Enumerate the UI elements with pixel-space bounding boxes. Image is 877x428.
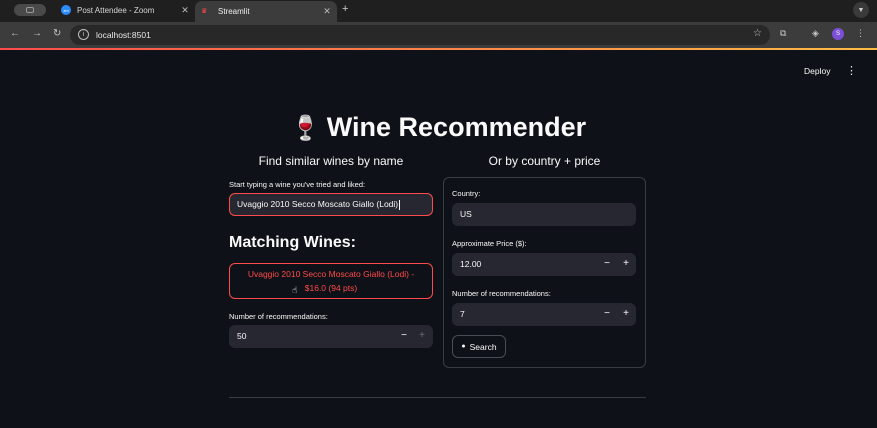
streamlit-decoration-bar bbox=[0, 48, 877, 50]
browser-menu-icon[interactable]: ⋮ bbox=[856, 28, 865, 39]
tab-search-icon[interactable]: ▼ bbox=[853, 2, 869, 18]
reload-icon[interactable]: ↻ bbox=[53, 28, 61, 39]
price-input[interactable]: 12.00 − + bbox=[452, 253, 636, 276]
matching-wines-header: Matching Wines: bbox=[229, 234, 356, 251]
price-label: Approximate Price ($): bbox=[452, 239, 527, 248]
tab-label: Post Attendee - Zoom bbox=[77, 5, 155, 15]
left-num-recs-input[interactable]: 50 − + bbox=[229, 325, 433, 348]
close-icon[interactable]: ✕ bbox=[179, 5, 191, 16]
tab-label: Streamlit bbox=[218, 7, 250, 16]
extensions-icon[interactable]: ⧉ bbox=[780, 28, 786, 39]
increment-button[interactable]: + bbox=[414, 328, 430, 344]
close-icon[interactable]: ✕ bbox=[321, 6, 333, 17]
tab-group-icon[interactable] bbox=[14, 4, 46, 16]
decrement-button[interactable]: − bbox=[599, 306, 615, 322]
right-num-recs-input[interactable]: 7 − + bbox=[452, 303, 636, 326]
price-value: 12.00 bbox=[460, 259, 482, 269]
forward-icon[interactable]: → bbox=[32, 28, 42, 39]
tab-streamlit[interactable]: ♛ Streamlit ✕ bbox=[195, 1, 337, 22]
bookmark-star-icon[interactable]: ☆ bbox=[753, 28, 762, 39]
search-button[interactable]: ● Search bbox=[452, 335, 506, 358]
zoom-icon: zm bbox=[61, 5, 71, 15]
left-num-recs-label: Number of recommendations: bbox=[229, 312, 328, 321]
deploy-button[interactable]: Deploy bbox=[804, 66, 830, 76]
divider bbox=[229, 397, 646, 398]
search-button-label: Search bbox=[469, 341, 497, 352]
site-info-icon[interactable]: i bbox=[78, 29, 89, 40]
profile-avatar[interactable]: S bbox=[832, 28, 844, 40]
url-text: localhost:8501 bbox=[96, 30, 151, 40]
wine-input-label: Start typing a wine you've tried and lik… bbox=[229, 180, 366, 189]
streamlit-icon: ♛ bbox=[201, 7, 208, 15]
increment-button[interactable]: + bbox=[618, 306, 634, 322]
new-tab-button[interactable]: + bbox=[342, 3, 348, 15]
search-icon: ● bbox=[461, 343, 466, 350]
back-icon[interactable]: ← bbox=[10, 28, 20, 39]
country-value: US bbox=[460, 209, 472, 219]
left-column-heading: Find similar wines by name bbox=[258, 154, 404, 168]
browser-tab-bar: zm Post Attendee - Zoom ✕ ♛ Streamlit ✕ … bbox=[0, 0, 877, 22]
country-select[interactable]: US bbox=[452, 203, 636, 226]
wine-glass-icon: 🍷 bbox=[290, 115, 321, 142]
country-label: Country: bbox=[452, 189, 481, 198]
left-num-recs-value: 50 bbox=[237, 331, 247, 341]
right-column-heading: Or by country + price bbox=[488, 154, 601, 168]
matching-wine-price: $16.0 (94 pts) bbox=[304, 283, 358, 293]
wine-name-input[interactable]: Uvaggio 2010 Secco Moscato Giallo (Lodi) bbox=[229, 193, 433, 216]
address-bar[interactable]: i localhost:8501 ☆ bbox=[70, 25, 770, 45]
decrement-button[interactable]: − bbox=[396, 328, 412, 344]
browser-toolbar: ← → ↻ i localhost:8501 ☆ ⧉ ◈ ⋮ bbox=[0, 22, 877, 48]
page-title: 🍷 Wine Recommender bbox=[0, 112, 877, 143]
decrement-button[interactable]: − bbox=[599, 256, 615, 272]
text-cursor bbox=[399, 199, 401, 210]
increment-button[interactable]: + bbox=[618, 256, 634, 272]
main-menu-icon[interactable]: ⋮ bbox=[846, 64, 857, 77]
tab-zoom[interactable]: zm Post Attendee - Zoom ✕ bbox=[55, 1, 195, 19]
right-num-recs-value: 7 bbox=[460, 309, 465, 319]
matching-wine-name: Uvaggio 2010 Secco Moscato Giallo (Lodi)… bbox=[247, 269, 415, 279]
mouse-cursor-icon: ☝ bbox=[292, 285, 298, 295]
page-title-text: Wine Recommender bbox=[326, 112, 587, 142]
matching-wine-button[interactable]: Uvaggio 2010 Secco Moscato Giallo (Lodi)… bbox=[229, 263, 433, 299]
gemini-icon[interactable]: ◈ bbox=[812, 28, 819, 39]
wine-name-input-value: Uvaggio 2010 Secco Moscato Giallo (Lodi) bbox=[237, 199, 399, 209]
right-num-recs-label: Number of recommendations: bbox=[452, 289, 551, 298]
